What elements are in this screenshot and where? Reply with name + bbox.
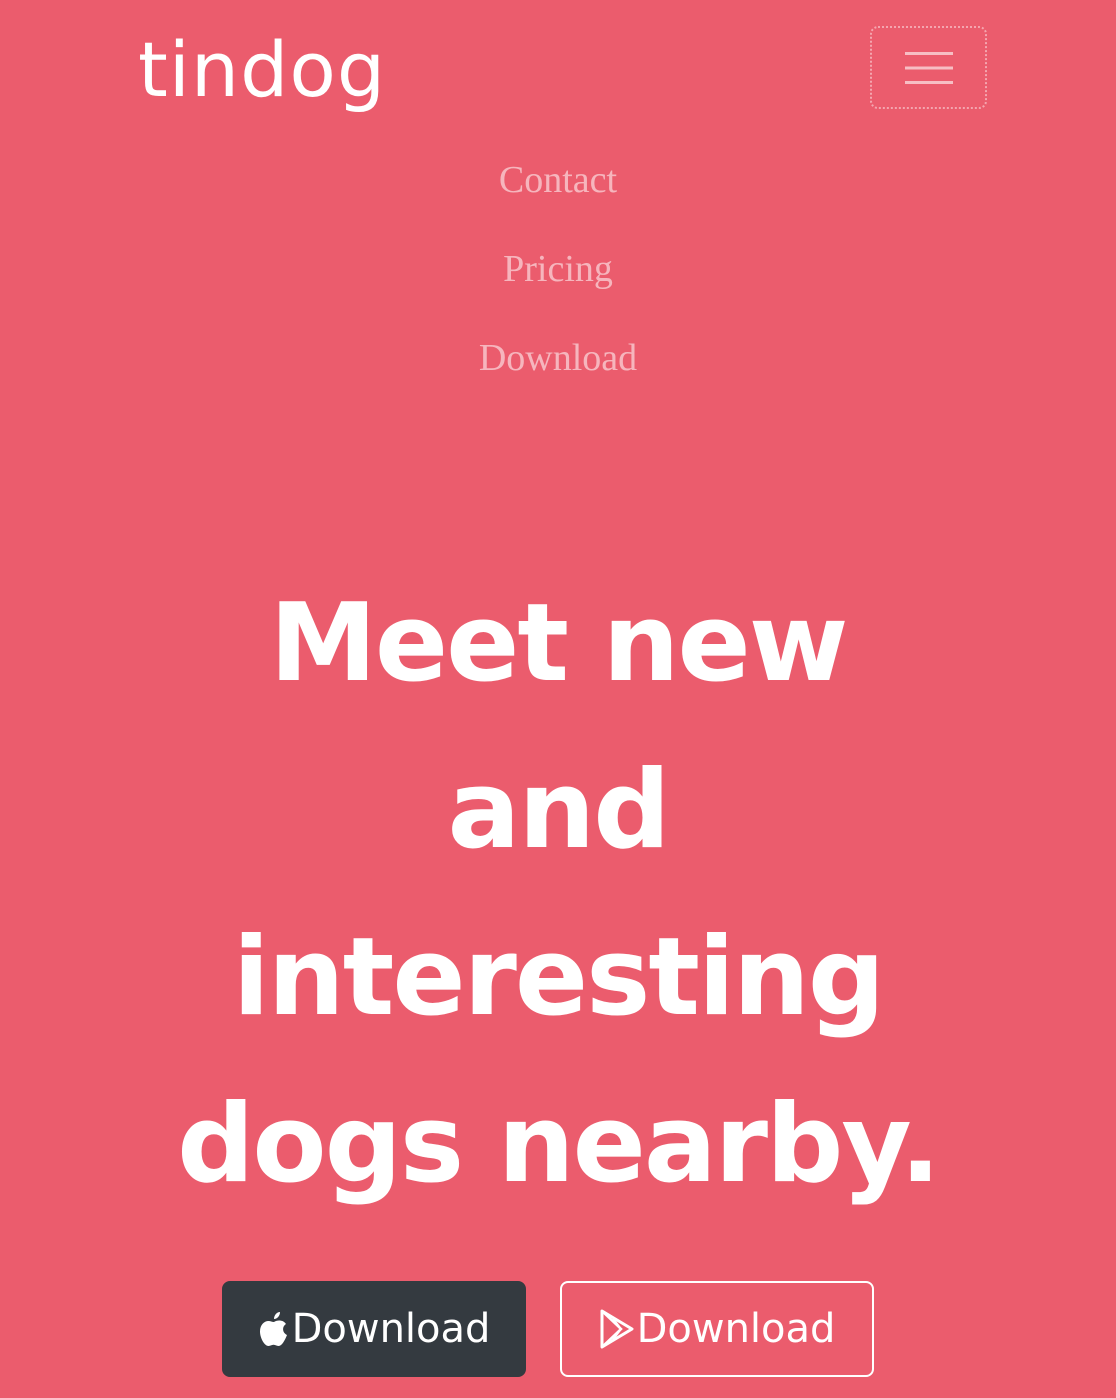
apple-download-label: Download [291,1306,491,1352]
nav-link-contact[interactable]: Contact [499,159,617,201]
google-play-download-button[interactable]: Download [560,1281,874,1377]
hero-title-line: interesting [232,915,885,1040]
nav-item-download: Download [0,328,1116,417]
apple-download-button[interactable]: Download [222,1281,526,1377]
hamburger-icon [904,50,953,86]
page: tindog Contact Pricing Download Meet new… [0,0,1116,1398]
hero-title-line: dogs nearby. [177,1082,941,1207]
hero-title: Meet new and interesting dogs nearby. [0,560,1116,1228]
brand-logo[interactable]: tindog [138,22,386,118]
nav-link-pricing[interactable]: Pricing [503,248,613,290]
google-play-icon [599,1309,635,1349]
hero-title-line: and [447,748,670,873]
nav-item-contact: Contact [0,150,1116,239]
nav-links: Contact Pricing Download [0,150,1116,417]
navbar-toggler-button[interactable] [870,26,987,109]
apple-icon [258,1310,290,1348]
nav-link-download[interactable]: Download [479,337,637,379]
nav-item-pricing: Pricing [0,239,1116,328]
hero-title-line: Meet new [269,581,848,706]
google-play-download-label: Download [636,1306,836,1352]
